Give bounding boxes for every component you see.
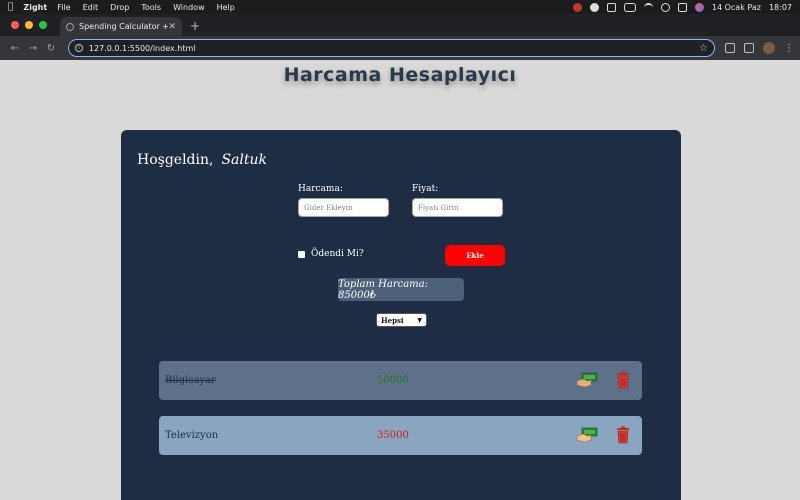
price-label: Fiyat: — [412, 184, 439, 194]
paid-checkbox[interactable] — [298, 250, 305, 258]
trash-icon[interactable] — [615, 371, 631, 389]
page-title: Harcama Hesaplayıcı — [283, 64, 517, 86]
price-input[interactable] — [412, 198, 503, 217]
expense-label: Harcama: — [298, 184, 343, 194]
media-icon[interactable] — [724, 43, 735, 53]
filter-select[interactable]: Hepsi ▼ — [376, 313, 427, 327]
menubar-time[interactable]: 18:07 — [769, 3, 792, 12]
minimize-window-button[interactable] — [25, 21, 33, 29]
toggle-icon[interactable] — [623, 2, 636, 12]
wifi-icon[interactable] — [643, 2, 653, 12]
close-window-button[interactable] — [11, 21, 19, 29]
menu-app-name[interactable]: Zight — [23, 3, 47, 12]
welcome-heading: Hoşgeldin, Saltuk — [137, 152, 267, 168]
total-spending: Toplam Harcama: 85000₺ — [338, 278, 464, 301]
side-panel-icon[interactable] — [743, 43, 754, 53]
expense-input[interactable] — [298, 198, 389, 217]
item-amount: 50000 — [377, 375, 409, 386]
play-icon[interactable] — [606, 2, 616, 12]
window-controls — [0, 21, 57, 36]
menu-tools[interactable]: Tools — [141, 3, 161, 12]
reload-icon[interactable]: ↻ — [42, 43, 60, 54]
calculator-card: Hoşgeldin, Saltuk Harcama: Fiyat: Ödendi … — [121, 130, 681, 500]
address-bar[interactable]: i 127.0.0.1:5500/index.html ☆ — [67, 39, 715, 57]
page-viewport: Harcama Hesaplayıcı Hoşgeldin, Saltuk Har… — [0, 60, 800, 500]
tab-strip: Spending Calculator + ✕ + — [0, 14, 800, 36]
filter-selected-value: Hepsi — [381, 315, 404, 325]
payment-icon[interactable] — [576, 372, 598, 388]
user-name: Saltuk — [221, 152, 267, 168]
more-menu-icon[interactable]: ⋮ — [784, 43, 794, 54]
item-name: Bilgisayar — [165, 375, 216, 386]
url-text[interactable]: 127.0.0.1:5500/index.html — [89, 44, 699, 53]
close-tab-icon[interactable]: ✕ — [168, 22, 176, 32]
item-name: Televizyon — [165, 430, 219, 441]
list-item: Televizyon 35000 — [159, 416, 642, 455]
back-arrow-icon[interactable]: ← — [6, 43, 24, 54]
menu-help[interactable]: Help — [217, 3, 235, 12]
tab-title: Spending Calculator + — [79, 22, 169, 31]
search-icon[interactable] — [660, 2, 670, 12]
chevron-down-icon: ▼ — [417, 316, 422, 324]
apple-icon[interactable]:  — [8, 2, 13, 12]
item-amount: 35000 — [377, 430, 409, 441]
control-center-icon[interactable] — [677, 2, 687, 12]
zight-icon[interactable] — [589, 2, 599, 12]
trash-icon[interactable] — [615, 426, 631, 444]
add-button[interactable]: Ekle — [445, 245, 505, 266]
siri-icon[interactable] — [694, 2, 704, 12]
tab-spending-calculator[interactable]: Spending Calculator + ✕ — [60, 17, 182, 36]
menu-edit[interactable]: Edit — [83, 3, 99, 12]
record-icon[interactable] — [572, 2, 582, 12]
menubar-date[interactable]: 14 Ocak Paz — [712, 3, 761, 12]
list-item: Bilgisayar 50000 — [159, 361, 642, 400]
paid-label: Ödendi Mi? — [311, 249, 364, 259]
menu-bar:  Zight File Edit Drop Tools Window Help… — [0, 0, 800, 14]
globe-icon — [66, 22, 74, 31]
profile-avatar[interactable] — [762, 42, 775, 54]
menu-window[interactable]: Window — [173, 3, 205, 12]
paid-checkbox-group[interactable]: Ödendi Mi? — [298, 249, 364, 259]
new-tab-button[interactable]: + — [190, 19, 200, 33]
forward-arrow-icon[interactable]: → — [24, 43, 42, 54]
menu-file[interactable]: File — [57, 3, 70, 12]
payment-icon[interactable] — [576, 427, 598, 443]
menu-drop[interactable]: Drop — [110, 3, 129, 12]
bookmark-star-icon[interactable]: ☆ — [699, 43, 708, 54]
browser-toolbar: ← → ↻ i 127.0.0.1:5500/index.html ☆ ⋮ — [0, 36, 800, 60]
zoom-window-button[interactable] — [39, 21, 47, 29]
site-info-icon[interactable]: i — [74, 44, 83, 52]
welcome-text: Hoşgeldin, — [137, 152, 214, 168]
